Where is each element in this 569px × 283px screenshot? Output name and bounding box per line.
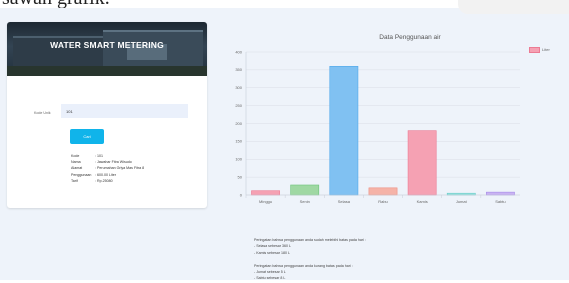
info-row-tariff: Tarif: Rp.25080 [71,178,113,183]
hero-banner: WATER SMART METERING [7,22,207,76]
search-button[interactable]: Cari [70,129,104,144]
x-tick-label: Kamis [417,199,428,204]
y-tick-label: 250 [235,103,242,108]
x-tick-label: Minggu [259,199,272,204]
bar [290,184,320,196]
bar [368,187,398,196]
y-tick-label: 200 [235,121,242,126]
x-tick-label: Jumat [456,199,468,204]
hero-lawn [7,66,207,76]
y-tick-label: 300 [235,85,242,90]
code-input[interactable] [61,104,188,118]
code-input-label: Kode Unik [34,111,51,115]
x-tick-label: Sabtu [495,199,505,204]
legend-label: Liter [542,47,550,52]
web-page: WATER SMART METERING Kode Unik Cari Kode… [0,0,569,283]
customer-info: Kode: 101 Nama: Jawahar Fitra Wisudo Ala… [71,154,144,185]
x-tick-label: Selasa [338,199,351,204]
y-tick-label: 150 [235,139,242,144]
y-tick-label: 350 [235,67,242,72]
y-tick-label: 400 [235,49,242,54]
x-tick-label: Rabu [378,199,388,204]
app-title: WATER SMART METERING [50,40,164,50]
usage-warnings: Peringatan bahwa penggunaan anda sudah m… [254,238,366,283]
bar [486,191,515,196]
bar [407,130,437,196]
chart-title: Data Penggunaan air [379,34,441,41]
legend-swatch[interactable] [529,47,540,53]
x-tick-label: Senin [300,199,310,204]
usage-bar-chart: 0 50 100 150 200 250 300 350 400 Minggu Senin Selas… [235,49,520,204]
bar [329,65,359,196]
top-right-tab [458,0,569,14]
y-tick-label: 100 [235,157,242,162]
bar [251,190,280,196]
y-tick-label: 0 [240,192,243,197]
lookup-card: WATER SMART METERING Kode Unik Cari Kode… [7,22,207,208]
y-tick-label: 50 [238,174,243,179]
